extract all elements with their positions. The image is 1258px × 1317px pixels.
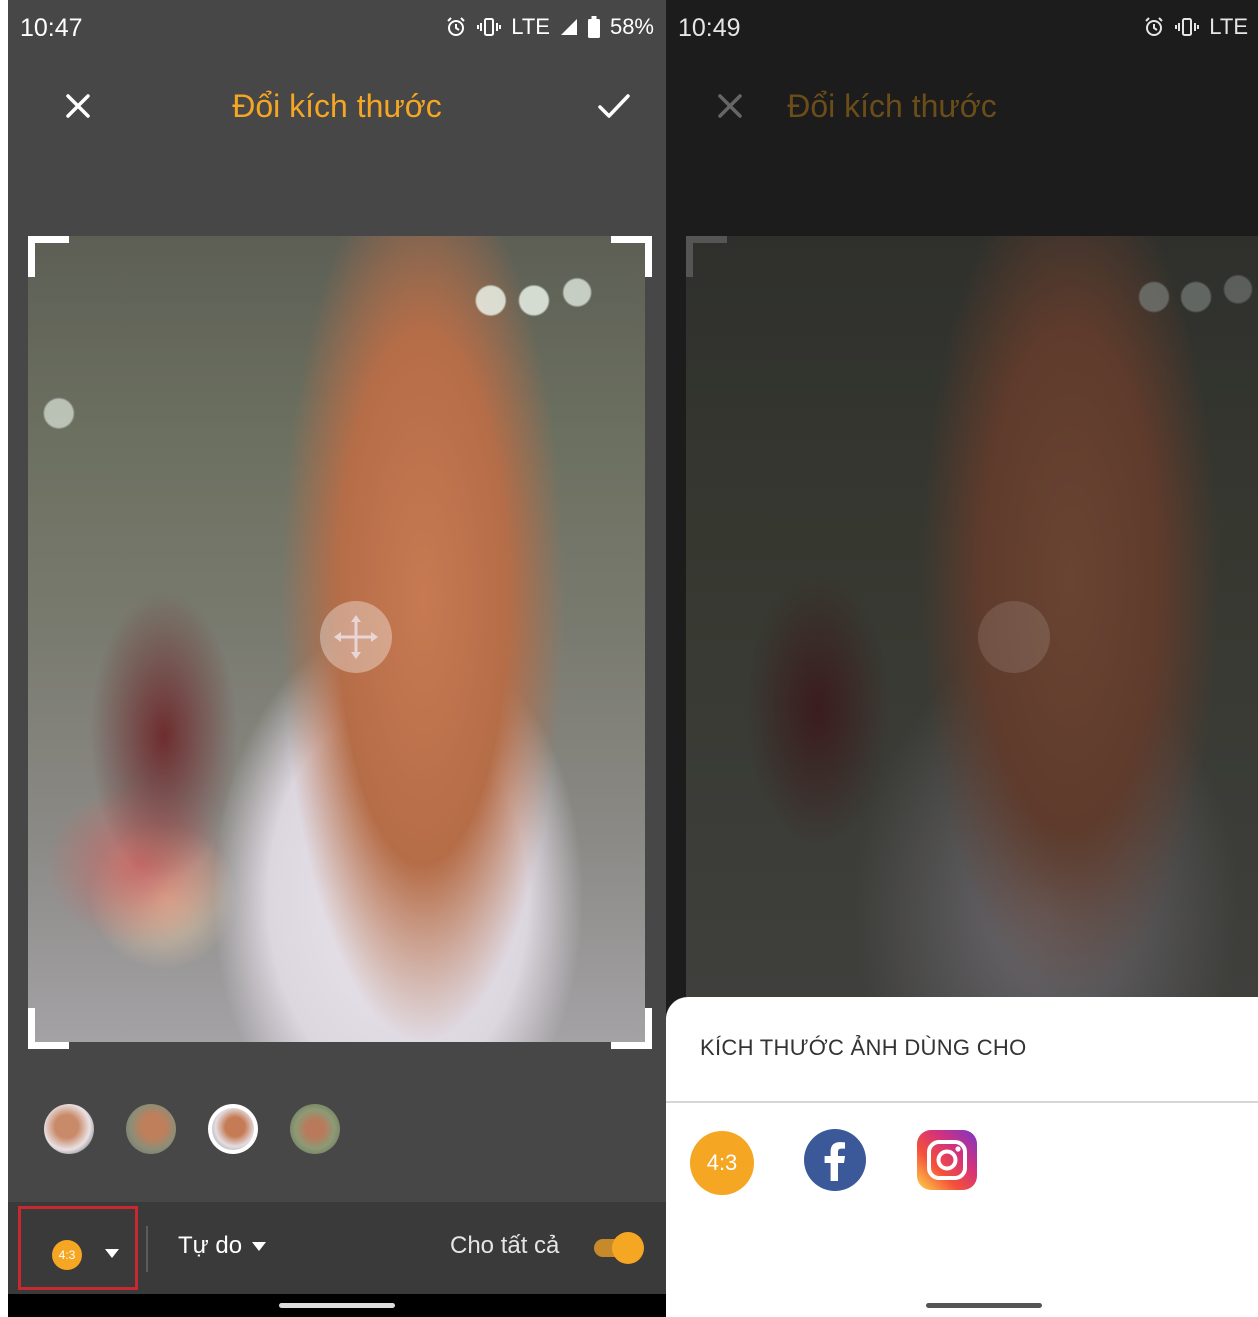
toolbar: Đổi kích thước [8, 62, 666, 152]
ratio-dropdown-button[interactable]: 4:3 [18, 1206, 138, 1290]
status-bar: 10:47 LTE 58% [8, 0, 666, 56]
check-icon[interactable] [592, 84, 636, 128]
free-size-label: Tự do [178, 1232, 243, 1259]
nav-bar [666, 1294, 1258, 1317]
thumbnail[interactable] [44, 1104, 94, 1154]
move-handle[interactable] [320, 601, 392, 673]
sheet-title: KÍCH THƯỚC ẢNH DÙNG CHO [700, 1035, 1027, 1060]
network-label: LTE [511, 14, 550, 39]
vibrate-icon [477, 18, 502, 36]
apply-all-label: Cho tất cả [450, 1232, 560, 1259]
alarm-icon [1145, 17, 1163, 36]
battery-icon [587, 16, 600, 38]
alarm-icon [447, 17, 465, 36]
ratio-option-button[interactable]: 4:3 [690, 1131, 754, 1195]
move-icon [334, 615, 378, 659]
nav-bar [8, 1294, 666, 1317]
page-title: Đổi kích thước [232, 88, 442, 124]
caret-down-icon [252, 1241, 267, 1251]
facebook-icon[interactable] [802, 1127, 868, 1193]
home-pill[interactable] [279, 1303, 395, 1308]
phone-left: 10:47 LTE 58% Đổi kích thước 4:3 Tự do C… [8, 0, 666, 1317]
caret-down-icon [105, 1249, 119, 1258]
phone-right: 10:49 LTE Đổi kích thước KÍCH THƯỚC ẢNH … [666, 0, 1258, 1317]
status-bar: 10:49 LTE [666, 0, 1258, 56]
signal-icon [560, 19, 577, 35]
crop-corner-top-right[interactable] [611, 236, 652, 277]
crop-corner-top-left[interactable] [28, 236, 69, 277]
crop-photo[interactable] [28, 236, 645, 1042]
vibrate-icon [1175, 18, 1200, 36]
status-time: 10:47 [20, 14, 83, 42]
ratio-badge: 4:3 [52, 1240, 82, 1270]
network-label: LTE [1209, 14, 1248, 39]
crop-photo-dimmed [686, 236, 1258, 998]
thumbnail[interactable] [126, 1104, 176, 1154]
instagram-icon[interactable] [914, 1127, 980, 1193]
bottom-toolbar: 4:3 Tự do Cho tất cả [8, 1202, 666, 1294]
crop-corner-bottom-right[interactable] [611, 1008, 652, 1049]
thumbnail-selected[interactable] [208, 1104, 258, 1154]
status-time: 10:49 [678, 14, 741, 42]
crop-corner-bottom-left[interactable] [28, 1008, 69, 1049]
apply-all-toggle[interactable] [594, 1232, 644, 1264]
thumbnail[interactable] [290, 1104, 340, 1154]
crop-corner-top-left [686, 236, 727, 277]
home-pill[interactable] [926, 1303, 1042, 1308]
toolbar: Đổi kích thước [666, 62, 1258, 152]
size-bottom-sheet: KÍCH THƯỚC ẢNH DÙNG CHO 4:3 [666, 997, 1258, 1297]
move-handle [978, 601, 1050, 673]
page-title: Đổi kích thước [787, 88, 997, 124]
free-size-dropdown[interactable]: Tự do [178, 1232, 267, 1260]
battery-label: 58% [609, 14, 654, 39]
photo-thumbnails [44, 1104, 340, 1154]
